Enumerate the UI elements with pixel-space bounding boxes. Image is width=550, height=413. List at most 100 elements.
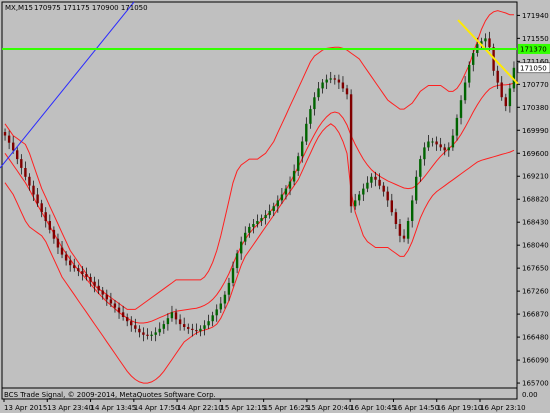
price-tick-label: 169210: [522, 173, 549, 181]
candle-body: [284, 188, 288, 195]
candle-body: [32, 185, 35, 195]
price-tick-label: 166480: [522, 334, 549, 342]
candle-body: [256, 221, 259, 224]
candle-body: [178, 319, 182, 325]
candle-body: [199, 328, 202, 332]
candle-body: [154, 332, 157, 335]
candle-body: [451, 135, 455, 148]
candle-body: [195, 330, 198, 332]
candle-body: [89, 277, 92, 282]
candle-body: [484, 38, 487, 42]
candle-body: [73, 265, 76, 269]
price-tick-label: 169990: [522, 127, 549, 135]
candle-body: [174, 312, 178, 320]
candle-body: [158, 328, 161, 333]
candle-body: [235, 253, 239, 269]
price-tick-label: 168430: [522, 219, 549, 227]
horizontal-level-tag: 171370: [518, 43, 550, 54]
candle-body: [431, 141, 434, 143]
time-tick-label: 14 Apr 17:50: [134, 404, 180, 412]
candle-body: [223, 294, 227, 304]
candle-body: [248, 226, 251, 233]
candle-body: [117, 307, 121, 313]
candle-body: [508, 88, 512, 107]
candle-body: [455, 117, 459, 136]
candle-body: [288, 181, 292, 189]
candle-body: [7, 135, 11, 143]
candle-body: [24, 168, 27, 177]
candle-body: [3, 132, 7, 136]
candle-body: [301, 141, 304, 157]
candle-body: [44, 212, 47, 221]
price-tick-label: 171550: [522, 35, 549, 43]
candle-body: [81, 271, 84, 274]
candle-body: [142, 332, 145, 335]
candle-body: [60, 247, 64, 255]
candle-body: [411, 200, 414, 221]
price-tick-label: 166090: [522, 357, 549, 365]
candle-body: [97, 285, 100, 291]
candle-body: [260, 218, 263, 221]
candle-body: [443, 147, 446, 151]
candle-body: [472, 53, 475, 65]
candle-body: [207, 321, 210, 326]
candle-body: [64, 254, 68, 261]
candle-body: [252, 224, 255, 227]
svg-text:171370: 171370: [520, 45, 547, 53]
price-tick-label: 168820: [522, 196, 549, 204]
price-tick-label: 166870: [522, 311, 549, 319]
candle-body: [468, 64, 471, 83]
candle-body: [463, 82, 467, 101]
candle-body: [134, 325, 137, 329]
candle-body: [366, 182, 369, 189]
time-tick-label: 16 Apr 19:10: [437, 404, 483, 412]
candle-body: [439, 144, 442, 148]
price-chart[interactable]: MX,M15 170975 171175 170900 171050 BCS T…: [0, 0, 550, 413]
candle-body: [402, 235, 406, 239]
candle-body: [36, 194, 39, 204]
candle-body: [272, 206, 275, 211]
candle-body: [358, 194, 361, 201]
candle-body: [427, 141, 430, 148]
candle-body: [219, 303, 222, 310]
candle-body: [52, 229, 56, 239]
candle-body: [309, 109, 312, 124]
candle-body: [203, 325, 206, 329]
candle-body: [93, 281, 96, 286]
candle-body: [191, 328, 194, 330]
candle-body: [349, 94, 353, 207]
candle-body: [138, 328, 141, 333]
candle-body: [496, 70, 499, 83]
price-tick-label: 168040: [522, 242, 549, 250]
candle-body: [268, 211, 271, 216]
candle-body: [459, 100, 463, 118]
chart-ohlc: 170975 171175 170900 171050: [34, 4, 148, 12]
svg-text:171050: 171050: [520, 64, 547, 72]
candle-body: [130, 321, 133, 326]
candle-body: [40, 203, 43, 213]
candle-body: [231, 268, 235, 283]
candle-body: [419, 159, 422, 177]
price-tick-label: 170380: [522, 104, 549, 112]
candle-body: [345, 88, 349, 95]
candle-body: [121, 312, 125, 317]
candle-body: [150, 334, 153, 336]
candle-body: [28, 176, 31, 186]
candle-body: [187, 327, 190, 329]
candle-body: [423, 147, 426, 160]
time-tick-label: 15 Apr 20:40: [307, 404, 353, 412]
candle-body: [504, 97, 507, 107]
candle-body: [447, 147, 450, 151]
price-tick-label: 169600: [522, 150, 549, 158]
price-tick-label: 171940: [522, 12, 549, 20]
price-tick-label: 165700: [522, 380, 549, 388]
candle-body: [378, 179, 381, 186]
candle-body: [415, 176, 418, 201]
candle-body: [362, 188, 365, 195]
price-tick-label: 167650: [522, 265, 549, 273]
candle-body: [317, 88, 320, 98]
candle-body: [146, 334, 149, 336]
candle-body: [101, 290, 104, 295]
candle-body: [341, 82, 345, 89]
candle-body: [280, 194, 284, 201]
